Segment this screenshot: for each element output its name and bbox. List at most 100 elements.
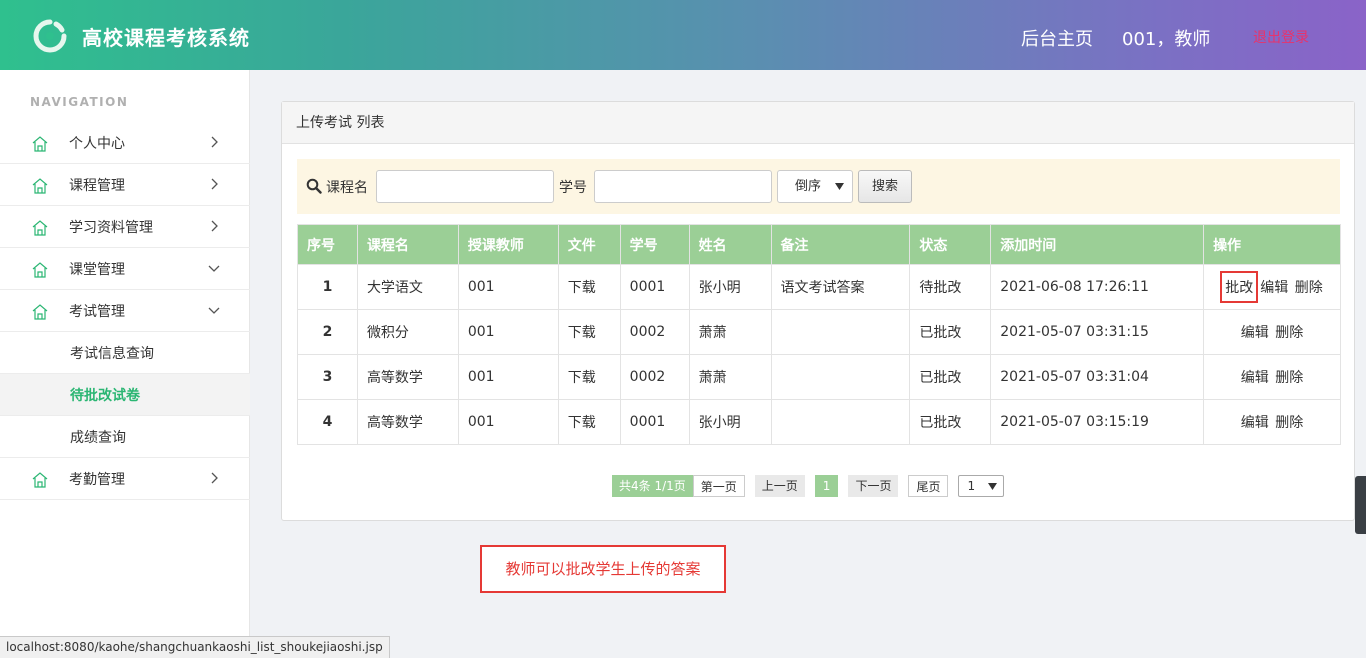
delete-button[interactable]: 删除 [1274, 412, 1304, 432]
delete-button[interactable]: 删除 [1274, 367, 1304, 387]
home-icon [32, 262, 48, 278]
sidebar-item-materials[interactable]: 学习资料管理 [0, 206, 250, 248]
col-header: 授课教师 [457, 224, 559, 265]
cell-index: 3 [297, 354, 358, 400]
chevron-right-icon [211, 178, 218, 190]
sidebar: NAVIGATION 个人中心 课程管理 学习资料管理 课堂管理 考试管理 考试… [0, 70, 250, 658]
search-button[interactable]: 搜索 [858, 170, 912, 203]
sidebar-item-attendance[interactable]: 考勤管理 [0, 458, 250, 500]
col-header: 序号 [297, 224, 358, 265]
cell-time: 2021-06-08 17:26:11 [990, 264, 1205, 310]
sidebar-item-label: 课程管理 [69, 177, 125, 194]
logo-icon [33, 19, 67, 53]
sidebar-item-label: 考试管理 [69, 303, 125, 320]
sidebar-item-classroom[interactable]: 课堂管理 [0, 248, 250, 290]
col-header: 添加时间 [990, 224, 1205, 265]
panel-title: 上传考试 列表 [282, 102, 1354, 144]
cell-student-id: 0001 [619, 264, 690, 310]
pagination: 共4条 1/1页 第一页 上一页 1 下一页 尾页 1 [612, 475, 1005, 497]
sidebar-item-label: 学习资料管理 [69, 219, 153, 236]
col-header: 备注 [770, 224, 911, 265]
table-row: 4 高等数学 001 下载 0001 张小明 已批改 2021-05-07 03… [297, 399, 1341, 445]
first-page-button[interactable]: 第一页 [692, 475, 745, 497]
edit-button[interactable]: 编辑 [1240, 367, 1270, 387]
student-id-input[interactable] [594, 170, 772, 203]
home-icon [32, 136, 48, 152]
col-header: 操作 [1203, 224, 1341, 265]
logout-link[interactable]: 退出登录 [1253, 27, 1309, 47]
chevron-right-icon [211, 220, 218, 232]
prev-page-button[interactable]: 上一页 [754, 475, 805, 497]
sidebar-item-exams[interactable]: 考试管理 [0, 290, 250, 332]
cell-time: 2021-05-07 03:31:04 [990, 354, 1205, 400]
search-icon [306, 178, 322, 194]
dropdown-caret-icon [835, 183, 844, 190]
sidebar-item-exam-info[interactable]: 考试信息查询 [0, 332, 250, 374]
sidebar-item-label: 个人中心 [69, 135, 125, 152]
top-header: 高校课程考核系统 后台主页 001，教师 退出登录 [0, 0, 1366, 70]
cell-teacher: 001 [457, 264, 559, 310]
home-icon [32, 220, 48, 236]
sidebar-item-label: 课堂管理 [69, 261, 125, 278]
home-link[interactable]: 后台主页 [1021, 25, 1093, 51]
cell-remark: 语文考试答案 [770, 264, 911, 310]
cell-actions: 编辑 删除 [1203, 354, 1341, 400]
sidebar-item-personal[interactable]: 个人中心 [0, 122, 250, 164]
sidebar-item-label: 考试信息查询 [70, 345, 154, 362]
edit-button[interactable]: 编辑 [1240, 322, 1270, 342]
last-page-button[interactable]: 尾页 [908, 475, 949, 497]
next-page-button[interactable]: 下一页 [848, 475, 899, 497]
cell-name: 萧萧 [688, 309, 772, 355]
review-button[interactable]: 批改 [1220, 271, 1259, 303]
delete-button[interactable]: 删除 [1274, 322, 1304, 342]
course-name-input[interactable] [376, 170, 554, 203]
download-link[interactable]: 下载 [557, 354, 621, 400]
cell-name: 张小明 [688, 399, 772, 445]
chevron-right-icon [211, 136, 218, 148]
current-page[interactable]: 1 [814, 475, 839, 497]
cell-student-id: 0002 [619, 309, 690, 355]
cell-actions: 编辑 删除 [1203, 309, 1341, 355]
page-select[interactable]: 1 [958, 475, 1005, 497]
cell-actions: 编辑 删除 [1203, 399, 1341, 445]
cell-status: 已批改 [909, 309, 992, 355]
download-link[interactable]: 下载 [557, 309, 621, 355]
chevron-right-icon [211, 472, 218, 484]
student-id-label: 学号 [559, 180, 587, 196]
delete-button[interactable]: 删除 [1294, 277, 1324, 297]
side-widget[interactable] [1355, 476, 1366, 534]
home-icon [32, 178, 48, 194]
cell-remark [770, 309, 911, 355]
edit-button[interactable]: 编辑 [1240, 412, 1270, 432]
cell-time: 2021-05-07 03:15:19 [990, 399, 1205, 445]
table-row: 2 微积分 001 下载 0002 萧萧 已批改 2021-05-07 03:3… [297, 309, 1341, 355]
sidebar-item-grades[interactable]: 成绩查询 [0, 416, 250, 458]
search-bar: 课程名 学号 倒序 搜索 [297, 159, 1340, 214]
pagination-info: 共4条 1/1页 [612, 475, 693, 497]
cell-status: 已批改 [909, 354, 992, 400]
cell-status: 已批改 [909, 399, 992, 445]
cell-time: 2021-05-07 03:31:15 [990, 309, 1205, 355]
cell-course: 微积分 [356, 309, 459, 355]
cell-actions: 批改 编辑 删除 [1203, 264, 1341, 310]
annotation-callout: 教师可以批改学生上传的答案 [480, 545, 726, 593]
nav-heading: NAVIGATION [30, 95, 129, 109]
download-link[interactable]: 下载 [557, 264, 621, 310]
page-select-value: 1 [967, 479, 976, 493]
col-header: 课程名 [356, 224, 459, 265]
cell-course: 高等数学 [356, 399, 459, 445]
sidebar-item-courses[interactable]: 课程管理 [0, 164, 250, 206]
edit-button[interactable]: 编辑 [1259, 277, 1289, 297]
cell-remark [770, 354, 911, 400]
cell-status: 待批改 [909, 264, 992, 310]
order-select[interactable]: 倒序 [777, 170, 853, 203]
cell-teacher: 001 [457, 354, 559, 400]
sidebar-item-label: 成绩查询 [70, 429, 126, 446]
cell-index: 4 [297, 399, 358, 445]
download-link[interactable]: 下载 [557, 399, 621, 445]
dropdown-caret-icon [988, 483, 998, 490]
app-title: 高校课程考核系统 [82, 26, 250, 50]
sidebar-item-pending-review[interactable]: 待批改试卷 [0, 374, 250, 416]
cell-teacher: 001 [457, 399, 559, 445]
table-header-row: 序号 课程名 授课教师 文件 学号 姓名 备注 状态 添加时间 操作 [297, 224, 1341, 265]
